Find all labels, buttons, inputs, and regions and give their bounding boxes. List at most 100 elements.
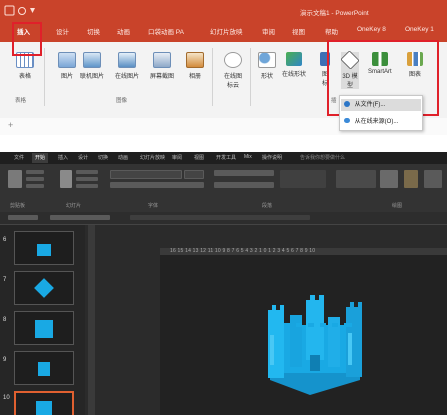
- format-painter-icon[interactable]: [26, 184, 44, 188]
- table-label: 表格: [18, 74, 31, 80]
- thumb-number: 10: [3, 395, 10, 401]
- drawing-group-label: 绘图: [392, 203, 403, 209]
- font-name-box[interactable]: [110, 170, 182, 179]
- slide-thumbnail[interactable]: [14, 351, 74, 385]
- table-button[interactable]: 表格: [16, 52, 34, 80]
- quick-styles-icon[interactable]: [404, 170, 418, 188]
- file-icon: [344, 101, 350, 107]
- slide-thumbnail[interactable]: [14, 271, 74, 305]
- tab-animations[interactable]: 动画: [117, 26, 130, 36]
- castle-model-thumb: [38, 362, 50, 376]
- online-shapes-button[interactable]: 在线形状: [282, 52, 306, 78]
- tab-tell-me[interactable]: 操作说明: [262, 154, 282, 161]
- tab-view-dark[interactable]: 视图: [194, 154, 204, 161]
- list-buttons-row[interactable]: [214, 170, 274, 176]
- new-slide-icon[interactable]: [60, 170, 72, 188]
- ribbon-tab-bar: 插入 设计 切换 动画 口袋动画 PA 幻灯片放映 审阅 视图 帮助 OneKe…: [0, 22, 447, 42]
- shapes-gallery[interactable]: [336, 170, 376, 188]
- picture-label: 图片: [60, 74, 73, 80]
- shapes-label: 形状: [260, 74, 273, 80]
- tab-review-dark[interactable]: 审阅: [172, 154, 182, 161]
- tab-developer[interactable]: 开发工具: [216, 154, 236, 161]
- online-picture-2-button[interactable]: 在线图片: [115, 52, 139, 80]
- tell-me-search[interactable]: 告诉我你想要做什么: [300, 154, 345, 161]
- tab-mix[interactable]: Mix: [244, 154, 252, 160]
- reset-icon[interactable]: [76, 177, 98, 181]
- tab-transitions-dark[interactable]: 切换: [98, 154, 108, 161]
- dark-ribbon-home: 剪贴板 幻灯片 字体 段落 绘图: [0, 164, 447, 213]
- align-buttons-row[interactable]: [214, 182, 274, 188]
- tab-home[interactable]: 开始: [32, 153, 49, 163]
- shapes-button[interactable]: 形状: [258, 52, 276, 80]
- slide-thumbnail-selected[interactable]: [14, 391, 74, 415]
- tab-onekey1[interactable]: OneKey 1: [405, 26, 434, 33]
- ribbon-separator: [44, 48, 45, 106]
- screenshot-label: 屏幕截图: [150, 74, 175, 80]
- castle-model-thumb: [36, 401, 52, 415]
- tab-view[interactable]: 视图: [292, 26, 305, 36]
- slide-canvas[interactable]: [160, 255, 447, 415]
- paragraph-group-label: 段落: [262, 203, 273, 209]
- vertical-ruler: [88, 225, 95, 415]
- thumb-number: 9: [3, 357, 7, 363]
- tab-slideshow-dark[interactable]: 幻灯片放映: [140, 154, 165, 161]
- tab-design-dark[interactable]: 设计: [78, 154, 88, 161]
- ribbon-separator: [212, 48, 213, 106]
- slide-thumbnail[interactable]: [14, 311, 74, 345]
- tab-review[interactable]: 审阅: [262, 26, 275, 36]
- tab-slideshow[interactable]: 幻灯片放映: [210, 26, 243, 36]
- castle-model-thumb: [37, 244, 51, 256]
- quick-access-toolbar: [0, 212, 447, 225]
- bottom-screenshot: 文件 开始 插入 设计 切换 动画 幻灯片放映 审阅 视图 开发工具 Mix 操…: [0, 152, 447, 415]
- slides-group-label: 幻灯片: [66, 203, 82, 209]
- from-file-label: 从文件(F)...: [354, 102, 386, 108]
- font-format-row[interactable]: [110, 182, 204, 188]
- text-direction-group[interactable]: [280, 170, 326, 188]
- online-icon-label: 在线图标云: [223, 74, 242, 89]
- tab-transitions[interactable]: 切换: [87, 26, 100, 36]
- qat-buttons[interactable]: [8, 215, 38, 220]
- screenshot-icon: [153, 52, 171, 68]
- tab-design[interactable]: 设计: [56, 26, 69, 36]
- font-group-label: 字体: [148, 203, 159, 209]
- plus-icon[interactable]: +: [8, 120, 13, 130]
- online-picture-button[interactable]: 联机图片: [80, 52, 104, 80]
- menu-item-from-online[interactable]: 从在线来源(O)...: [344, 116, 398, 125]
- tab-file[interactable]: 文件: [14, 154, 24, 161]
- tab-help[interactable]: 帮助: [325, 26, 338, 36]
- tab-insert-dark[interactable]: 插入: [58, 154, 68, 161]
- layout-icon[interactable]: [76, 170, 98, 174]
- paste-icon[interactable]: [8, 170, 22, 188]
- picture-button[interactable]: 图片: [58, 52, 76, 80]
- screenshot-button[interactable]: 屏幕截图: [150, 52, 174, 80]
- menu-item-from-file[interactable]: 从文件(F)...: [341, 99, 421, 111]
- album-button[interactable]: 相册: [186, 52, 204, 80]
- tab-onekey8[interactable]: OneKey 8: [357, 26, 386, 33]
- online-picture-2-label: 在线图片: [115, 74, 140, 80]
- copy-icon[interactable]: [26, 177, 44, 181]
- castle-3d-model[interactable]: [160, 255, 447, 415]
- online-picture-label: 联机图片: [80, 74, 105, 80]
- qat-buttons-3[interactable]: [130, 215, 310, 220]
- slide-thumbnail[interactable]: [14, 231, 74, 265]
- tab-animations-dark[interactable]: 动画: [118, 154, 128, 161]
- 3d-model-dropdown: 从文件(F)... 从在线来源(O)...: [339, 95, 423, 131]
- online-shapes-label: 在线形状: [282, 72, 307, 78]
- cut-icon[interactable]: [26, 170, 44, 174]
- qat-buttons-2[interactable]: [50, 215, 110, 220]
- images-group-label: 图像: [116, 98, 128, 104]
- section-icon[interactable]: [76, 184, 98, 188]
- slide-thumbnails-pane: 6 7 8 9 10: [0, 225, 85, 415]
- font-size-box[interactable]: [184, 170, 204, 179]
- from-online-label: 从在线来源(O)...: [354, 119, 399, 125]
- tab-pocket-animation[interactable]: 口袋动画 PA: [148, 26, 184, 36]
- arrange-icon[interactable]: [380, 170, 398, 188]
- thumb-number: 6: [3, 237, 7, 243]
- editing-icon[interactable]: [424, 170, 442, 188]
- online-shapes-icon: [286, 52, 302, 66]
- quick-access-icons[interactable]: [4, 5, 38, 17]
- castle-model-thumb: [35, 320, 53, 338]
- dark-ribbon-tabs: 文件 开始 插入 设计 切换 动画 幻灯片放映 审阅 视图 开发工具 Mix 操…: [0, 152, 447, 164]
- online-icon-button[interactable]: 在线图标云: [222, 52, 244, 89]
- album-label: 相册: [188, 74, 201, 80]
